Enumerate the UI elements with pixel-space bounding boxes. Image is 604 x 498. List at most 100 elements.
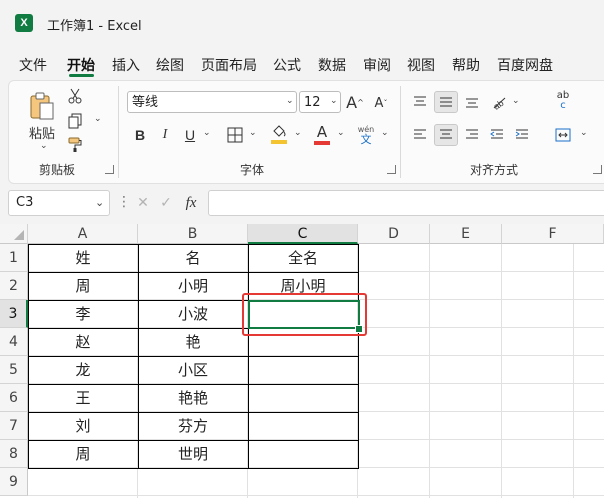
cell-b1[interactable]: 名 (138, 244, 248, 272)
cell-a5[interactable]: 龙 (28, 356, 138, 384)
cell-a1[interactable]: 姓 (28, 244, 138, 272)
row-header-1[interactable]: 1 (0, 244, 28, 272)
cell-c6[interactable] (248, 384, 358, 412)
tab-view[interactable]: 视图 (407, 55, 435, 75)
confirm-entry-icon[interactable]: ✓ (156, 192, 176, 214)
more-options-icon[interactable]: ⋮ (117, 194, 131, 210)
name-box-dropdown-icon[interactable]: ⌄ (95, 196, 104, 209)
cell-b7[interactable]: 芬方 (138, 412, 248, 440)
clipboard-launcher-icon[interactable] (105, 165, 114, 174)
cell-c7[interactable] (248, 412, 358, 440)
column-header-d[interactable]: D (358, 224, 430, 244)
cell-a4[interactable]: 赵 (28, 328, 138, 356)
ribbon-separator (400, 86, 401, 178)
formula-input[interactable] (208, 190, 604, 216)
row-header-5[interactable]: 5 (0, 356, 28, 384)
select-all-corner[interactable] (0, 224, 28, 244)
phonetic-dropdown-icon[interactable]: ⌄ (381, 128, 389, 138)
font-size-dropdown-icon[interactable]: ⌄ (330, 96, 338, 106)
orientation-icon[interactable]: ab (488, 91, 510, 113)
cell-b2[interactable]: 小明 (138, 272, 248, 300)
wrap-text-icon[interactable]: ab c (552, 88, 574, 114)
borders-icon[interactable] (225, 124, 245, 146)
cell-c8[interactable] (248, 440, 358, 468)
cell-c5[interactable] (248, 356, 358, 384)
tab-data[interactable]: 数据 (318, 55, 346, 75)
copy-dropdown-icon[interactable]: ⌄ (94, 114, 102, 124)
column-header-e[interactable]: E (430, 224, 502, 244)
cell-c1[interactable]: 全名 (248, 244, 358, 272)
name-box-value: C3 (16, 195, 34, 210)
tab-review[interactable]: 审阅 (363, 55, 391, 75)
cell-a8[interactable]: 周 (28, 440, 138, 468)
font-color-dropdown-icon[interactable]: ⌄ (337, 128, 345, 138)
column-header-b[interactable]: B (138, 224, 248, 244)
column-header-c[interactable]: C (248, 224, 358, 244)
cut-icon[interactable] (64, 86, 86, 106)
align-left-icon[interactable] (409, 124, 431, 146)
font-name-select[interactable]: 等线 (127, 91, 297, 113)
align-top-icon[interactable] (409, 91, 431, 113)
tab-help[interactable]: 帮助 (452, 55, 480, 75)
merge-dropdown-icon[interactable]: ⌄ (580, 128, 588, 138)
row-header-7[interactable]: 7 (0, 412, 28, 440)
row-header-3[interactable]: 3 (0, 300, 28, 328)
tab-file[interactable]: 文件 (19, 55, 47, 75)
underline-button[interactable]: U (180, 124, 200, 146)
tab-home[interactable]: 开始 (67, 55, 95, 75)
row-header-8[interactable]: 8 (0, 440, 28, 468)
paste-button[interactable]: 粘贴 (24, 88, 60, 144)
paste-dropdown-icon[interactable]: ⌄ (40, 141, 48, 151)
row-header-9[interactable]: 9 (0, 468, 28, 496)
column-header-a[interactable]: A (28, 224, 138, 244)
cell-a2[interactable]: 周 (28, 272, 138, 300)
align-middle-icon[interactable] (434, 91, 458, 113)
font-name-value: 等线 (132, 95, 159, 110)
fill-color-button[interactable] (268, 122, 290, 146)
cell-a6[interactable]: 王 (28, 384, 138, 412)
borders-dropdown-icon[interactable]: ⌄ (249, 128, 257, 138)
ribbon-separator (118, 86, 119, 178)
font-size-value: 12 (304, 95, 321, 110)
cell-b8[interactable]: 世明 (138, 440, 248, 468)
tab-draw[interactable]: 绘图 (156, 55, 184, 75)
active-tab-indicator (69, 74, 94, 77)
phonetic-guide-button[interactable]: wén 文 (355, 122, 377, 148)
column-header-f[interactable]: F (502, 224, 604, 244)
tab-baidu-netdisk[interactable]: 百度网盘 (497, 55, 553, 75)
insert-function-icon[interactable]: fx (180, 192, 202, 214)
fill-color-dropdown-icon[interactable]: ⌄ (294, 128, 302, 138)
cancel-entry-icon[interactable]: ✕ (133, 192, 153, 214)
grow-font-button[interactable]: A ^ (344, 91, 366, 113)
format-painter-icon[interactable] (64, 135, 86, 155)
underline-dropdown-icon[interactable]: ⌄ (203, 128, 211, 138)
shrink-font-button[interactable]: Aˇ (370, 93, 392, 113)
cell-a3[interactable]: 李 (28, 300, 138, 328)
row-header-2[interactable]: 2 (0, 272, 28, 300)
decrease-indent-icon[interactable] (486, 124, 508, 146)
font-launcher-icon[interactable] (387, 165, 396, 174)
paste-icon (30, 92, 54, 119)
bold-button[interactable]: B (130, 124, 150, 146)
orientation-dropdown-icon[interactable]: ⌄ (512, 96, 520, 106)
align-center-icon[interactable] (434, 124, 458, 146)
font-color-button[interactable]: A (311, 122, 333, 146)
align-bottom-icon[interactable] (461, 91, 483, 113)
row-header-6[interactable]: 6 (0, 384, 28, 412)
increase-indent-icon[interactable] (511, 124, 533, 146)
cell-b6[interactable]: 艳艳 (138, 384, 248, 412)
cell-b4[interactable]: 艳 (138, 328, 248, 356)
alignment-launcher-icon[interactable] (593, 165, 602, 174)
copy-icon[interactable] (64, 111, 86, 131)
cell-b3[interactable]: 小波 (138, 300, 248, 328)
align-right-icon[interactable] (461, 124, 483, 146)
font-name-dropdown-icon[interactable]: ⌄ (286, 96, 294, 106)
cell-a7[interactable]: 刘 (28, 412, 138, 440)
merge-center-icon[interactable] (552, 124, 574, 146)
cell-b5[interactable]: 小区 (138, 356, 248, 384)
tab-page-layout[interactable]: 页面布局 (201, 55, 257, 75)
row-header-4[interactable]: 4 (0, 328, 28, 356)
tab-insert[interactable]: 插入 (112, 55, 140, 75)
tab-formulas[interactable]: 公式 (273, 55, 301, 75)
italic-button[interactable]: I (155, 124, 175, 146)
